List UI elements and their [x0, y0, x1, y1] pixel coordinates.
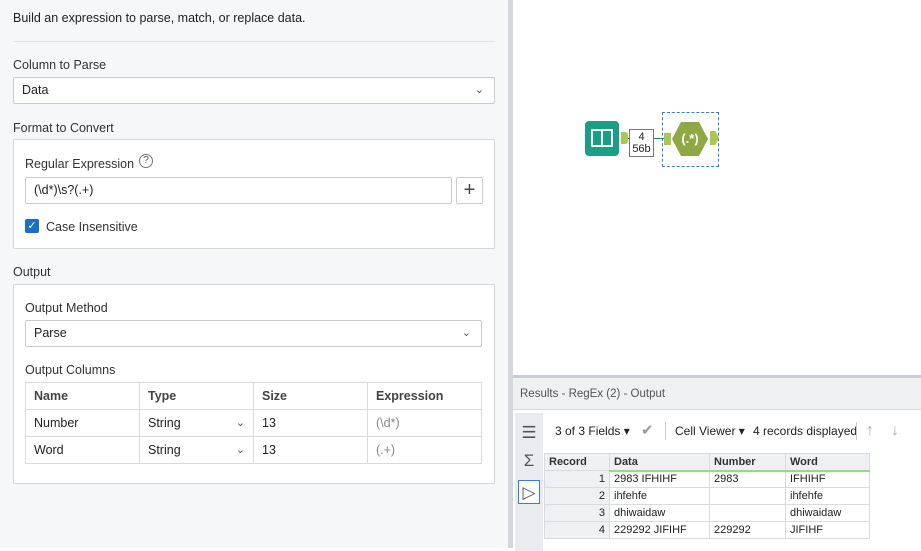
input-tool-book-icon[interactable]: [585, 121, 619, 156]
expression-cell: (.+): [367, 436, 482, 464]
output-method-label: Output Method: [25, 301, 108, 315]
tool-description: Build an expression to parse, match, or …: [13, 11, 306, 25]
word-cell[interactable]: JIFIHF: [785, 521, 870, 539]
table-row: Number String ⌄ 13 (\d*): [25, 409, 482, 437]
number-cell[interactable]: [709, 487, 786, 505]
column-to-parse-select[interactable]: Data ⌄: [13, 77, 495, 104]
divider: [13, 41, 495, 42]
output-method-select[interactable]: Parse ⌄: [25, 320, 482, 347]
input-anchor[interactable]: [664, 133, 671, 145]
chevron-down-icon: ⌄: [474, 84, 484, 96]
records-count: 4 records displayed: [753, 424, 858, 438]
arrow-up-icon[interactable]: ↑: [866, 413, 874, 449]
divider: [856, 422, 857, 440]
header-size: Size: [253, 382, 368, 410]
regex-label: Regular Expression: [25, 157, 135, 171]
header-word[interactable]: Word: [785, 453, 870, 472]
expression-cell: (\d*): [367, 409, 482, 437]
type-select[interactable]: String ⌄: [139, 436, 254, 464]
chevron-down-icon: ⌄: [235, 444, 245, 456]
divider: [665, 422, 666, 440]
header-name: Name: [25, 382, 140, 410]
data-cell[interactable]: 229292 JIFIHF: [609, 521, 710, 539]
cell-viewer-dropdown[interactable]: Cell Viewer ▾: [675, 413, 745, 449]
output-columns-table: Name Type Size Expression Number String ⌄…: [25, 382, 482, 464]
tag-icon[interactable]: ▷: [518, 480, 540, 504]
output-label: Output: [13, 265, 51, 279]
output-columns-label: Output Columns: [25, 363, 116, 377]
format-label: Format to Convert: [13, 121, 114, 135]
results-table: Record Data Number Word 1 2983 IFHIHF 2983…: [544, 453, 870, 539]
size-cell[interactable]: 13: [253, 409, 368, 437]
case-insensitive-checkbox[interactable]: ✓: [25, 219, 39, 233]
case-insensitive-label: Case Insensitive: [46, 220, 138, 234]
type-value: String: [148, 443, 181, 457]
table-row: 4 229292 JIFIHF 229292 JIFIHF: [544, 521, 870, 539]
table-row: 3 dhiwaidaw dhiwaidaw: [544, 504, 870, 522]
number-cell[interactable]: 229292: [709, 521, 786, 539]
data-cell[interactable]: ihfehfe: [609, 487, 710, 505]
number-cell[interactable]: [709, 504, 786, 522]
header-number[interactable]: Number: [709, 453, 786, 472]
results-sidebar: ☰ Σ ▷: [515, 413, 543, 551]
word-cell[interactable]: dhiwaidaw: [785, 504, 870, 522]
table-row: 1 2983 IFHIHF 2983 IFHIHF: [544, 470, 870, 488]
word-cell[interactable]: ihfehfe: [785, 487, 870, 505]
name-cell[interactable]: Number: [25, 409, 140, 437]
number-cell[interactable]: 2983: [709, 470, 786, 488]
header-data[interactable]: Data: [609, 453, 710, 472]
data-cell[interactable]: dhiwaidaw: [609, 504, 710, 522]
output-anchor[interactable]: [621, 132, 628, 144]
column-to-parse-label: Column to Parse: [13, 58, 107, 72]
selected-value: Data: [22, 83, 49, 97]
table-header-row: Record Data Number Word: [544, 453, 870, 472]
header-type: Type: [139, 382, 254, 410]
header-expression: Expression: [367, 382, 482, 410]
results-toolbar: 3 of 3 Fields ▾ ✔ Cell Viewer ▾ 4 record…: [546, 413, 921, 449]
chevron-down-icon: ⌄: [461, 327, 471, 339]
data-cell[interactable]: 2983 IFHIHF: [609, 470, 710, 488]
selected-value: Parse: [34, 326, 67, 340]
table-row: Word String ⌄ 13 (.+): [25, 436, 482, 464]
record-cell: 4: [544, 521, 610, 539]
word-cell[interactable]: IFHIHF: [785, 470, 870, 488]
arrow-down-icon[interactable]: ↓: [891, 413, 899, 449]
record-cell: 2: [544, 487, 610, 505]
connection-label: 4 56b: [629, 129, 654, 157]
add-expression-button[interactable]: +: [456, 177, 483, 204]
workflow-canvas[interactable]: 4 56b (.*): [513, 0, 921, 375]
header-record[interactable]: Record: [544, 453, 610, 471]
record-cell: 1: [544, 470, 610, 488]
results-pane: Results - RegEx (2) - Output ☰ Σ ▷ 3 of …: [513, 375, 921, 551]
type-value: String: [148, 416, 181, 430]
regex-input[interactable]: (\d*)\s?(.+): [25, 177, 452, 204]
results-title: Results - RegEx (2) - Output: [513, 378, 921, 410]
table-row: 2 ihfehfe ihfehfe: [544, 487, 870, 505]
size-cell[interactable]: 13: [253, 436, 368, 464]
checkmark-icon[interactable]: ✔: [641, 413, 654, 449]
help-icon[interactable]: ?: [139, 154, 153, 168]
name-cell[interactable]: Word: [25, 436, 140, 464]
sigma-icon[interactable]: Σ: [518, 449, 540, 473]
type-select[interactable]: String ⌄: [139, 409, 254, 437]
fields-dropdown[interactable]: 3 of 3 Fields ▾: [555, 413, 630, 449]
configuration-panel: Build an expression to parse, match, or …: [0, 0, 508, 548]
table-header-row: Name Type Size Expression: [25, 382, 482, 410]
record-cell: 3: [544, 504, 610, 522]
chevron-down-icon: ⌄: [235, 417, 245, 429]
list-icon[interactable]: ☰: [518, 421, 540, 445]
